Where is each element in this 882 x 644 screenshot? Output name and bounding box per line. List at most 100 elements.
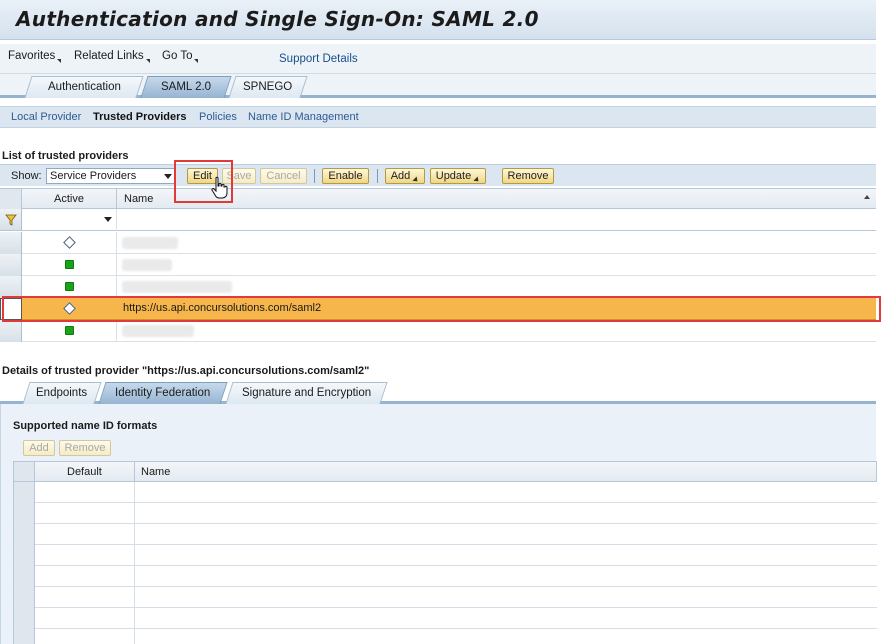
column-divider (134, 608, 135, 629)
hand-cursor-icon (211, 176, 228, 199)
row-selector[interactable] (14, 524, 35, 545)
dropdown-arrow-icon (57, 59, 62, 63)
chevron-down-icon (164, 174, 172, 179)
page-title: Authentication and Single Sign-On: SAML … (16, 7, 539, 31)
filter-row (0, 209, 876, 231)
tab-spnego[interactable]: SPNEGO (228, 76, 308, 98)
subnav-local-provider[interactable]: Local Provider (11, 111, 81, 123)
column-divider (116, 320, 117, 342)
row-selector[interactable] (14, 608, 35, 629)
sub-navigation: Local Provider Trusted Providers Policie… (0, 106, 876, 128)
tab-signature-encryption-label: Signature and Encryption (241, 387, 372, 399)
table-header: Active Name (0, 188, 876, 209)
show-select[interactable]: Service Providers (46, 168, 176, 184)
row-selector[interactable] (0, 320, 22, 342)
tab-spnego-label: SPNEGO (243, 81, 293, 93)
cancel-button[interactable]: Cancel (260, 168, 307, 184)
tab-identity-federation-label: Identity Federation (115, 387, 211, 399)
redacted-name (122, 259, 172, 271)
table-row[interactable] (13, 587, 877, 608)
show-select-value: Service Providers (50, 170, 137, 182)
active-status-icon (65, 326, 74, 335)
column-divider (116, 189, 117, 209)
dropdown-arrow-icon (412, 176, 420, 184)
table-row[interactable] (13, 482, 877, 503)
list-heading: List of trusted providers (2, 150, 129, 162)
sort-ascending-icon[interactable] (864, 195, 870, 199)
tab-endpoints[interactable]: Endpoints (22, 382, 102, 404)
tab-saml[interactable]: SAML 2.0 (140, 76, 232, 98)
dropdown-arrow-icon (145, 59, 150, 63)
subnav-policies[interactable]: Policies (199, 111, 237, 123)
select-all-cell[interactable] (14, 462, 35, 481)
add-button[interactable]: Add (385, 168, 425, 184)
row-selector[interactable] (14, 566, 35, 587)
support-details-link[interactable]: Support Details (279, 53, 358, 65)
menu-related-links-label: Related Links (74, 50, 144, 62)
column-divider (116, 232, 117, 254)
table-row[interactable] (0, 320, 876, 342)
row-selector[interactable] (14, 587, 35, 608)
remove-button[interactable]: Remove (502, 168, 554, 184)
column-divider (134, 629, 135, 644)
table-row[interactable] (13, 608, 877, 629)
subnav-trusted-providers[interactable]: Trusted Providers (93, 111, 187, 123)
subnav-name-id-management[interactable]: Name ID Management (248, 111, 359, 123)
chevron-down-icon (104, 217, 112, 222)
dropdown-arrow-icon (194, 59, 199, 63)
tab-saml-label: SAML 2.0 (160, 81, 212, 93)
table-row[interactable] (13, 524, 877, 545)
column-divider (134, 545, 135, 566)
menu-bar: Favorites Related Links Go To Support De… (0, 44, 876, 74)
add-button-label: Add (390, 170, 411, 182)
column-divider (134, 566, 135, 587)
active-filter-select[interactable] (24, 211, 116, 228)
filter-icon-cell[interactable] (0, 209, 22, 230)
inactive-status-icon (63, 236, 76, 249)
update-button[interactable]: Update (430, 168, 486, 184)
name-id-heading: Supported name ID formats (13, 420, 158, 432)
table-row[interactable] (13, 629, 877, 644)
menu-go-to-label: Go To (162, 50, 193, 62)
name-id-table-header: Default Name (13, 461, 877, 482)
row-selector[interactable] (0, 254, 22, 276)
table-row[interactable] (13, 545, 877, 566)
table-row[interactable] (0, 254, 876, 276)
show-label: Show: (11, 170, 42, 182)
menu-related-links[interactable]: Related Links (74, 50, 150, 63)
menu-go-to[interactable]: Go To (162, 50, 199, 63)
column-divider (116, 209, 117, 231)
enable-button[interactable]: Enable (322, 168, 369, 184)
column-header-name[interactable]: Name (141, 466, 170, 478)
tab-signature-encryption[interactable]: Signature and Encryption (225, 382, 388, 404)
row-selector[interactable] (14, 482, 35, 503)
row-selector[interactable] (0, 232, 22, 254)
column-divider (116, 276, 117, 298)
filter-icon (5, 214, 17, 226)
column-divider (116, 254, 117, 276)
tab-identity-federation[interactable]: Identity Federation (98, 382, 228, 404)
table-row[interactable] (13, 566, 877, 587)
column-divider (134, 587, 135, 608)
select-all-cell[interactable] (0, 189, 22, 209)
active-status-icon (65, 260, 74, 269)
column-divider (134, 524, 135, 545)
column-header-default[interactable]: Default (67, 466, 102, 478)
tab-endpoints-label: Endpoints (36, 387, 88, 399)
name-id-add-button[interactable]: Add (23, 440, 55, 456)
redacted-name (122, 281, 232, 293)
row-selector[interactable] (14, 503, 35, 524)
row-selector[interactable] (14, 545, 35, 566)
tab-authentication[interactable]: Authentication (24, 76, 144, 98)
column-header-name[interactable]: Name (124, 193, 153, 205)
list-toolbar: Show: Service Providers Edit Save Cancel… (0, 164, 876, 186)
identity-federation-panel: Supported name ID formats Add Remove Def… (0, 404, 877, 644)
name-id-remove-button[interactable]: Remove (59, 440, 111, 456)
table-row[interactable] (0, 276, 876, 298)
menu-favorites[interactable]: Favorites (8, 50, 62, 63)
table-row[interactable] (0, 232, 876, 254)
column-header-active[interactable]: Active (54, 193, 84, 205)
row-selector[interactable] (0, 276, 22, 298)
row-selector[interactable] (14, 629, 35, 644)
table-row[interactable] (13, 503, 877, 524)
